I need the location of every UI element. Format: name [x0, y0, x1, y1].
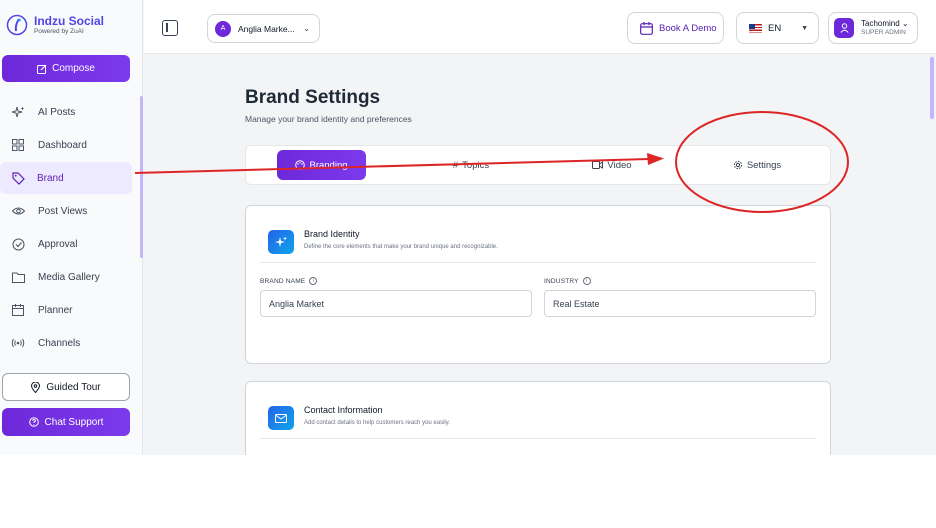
- user-menu[interactable]: Tachomind ⌄ SUPER ADMIN: [828, 12, 918, 44]
- account-name: Anglia Marke...: [238, 23, 295, 34]
- sparkles-icon: [268, 230, 294, 254]
- sidebar-item-label: Dashboard: [38, 139, 87, 151]
- sidebar-item-post-views[interactable]: Post Views: [0, 195, 132, 227]
- sidebar-item-dashboard[interactable]: Dashboard: [0, 129, 132, 161]
- app-window: Indzu Social Powered by ZuAI Compose AI …: [0, 0, 936, 455]
- user-icon: [839, 23, 849, 33]
- top-header: A Anglia Marke... ⌄ Book A Demo EN ▼ Tac…: [144, 0, 936, 54]
- map-pin-icon: [31, 381, 41, 393]
- grid-icon: [11, 138, 25, 152]
- tab-topics[interactable]: # Topics: [426, 150, 516, 180]
- chevron-down-icon: ⌄: [303, 24, 310, 33]
- card-title: Contact Information: [304, 405, 383, 415]
- book-demo-button[interactable]: Book A Demo: [627, 12, 724, 44]
- sidebar-item-label: Planner: [38, 304, 73, 316]
- tab-branding[interactable]: Branding: [277, 150, 366, 180]
- user-name: Tachomind: [861, 19, 900, 28]
- caret-down-icon: ▼: [801, 25, 808, 32]
- sidebar-item-planner[interactable]: Planner: [0, 294, 132, 326]
- card-title: Brand Identity: [304, 229, 360, 239]
- language-value: EN: [768, 22, 782, 34]
- sidebar-item-approval[interactable]: Approval: [0, 228, 132, 260]
- mail-icon: [268, 406, 294, 430]
- compose-label: Compose: [52, 63, 95, 74]
- field-label-text: BRAND NAME: [260, 277, 306, 285]
- guided-tour-label: Guided Tour: [46, 381, 101, 393]
- chevron-down-icon: ⌄: [901, 19, 909, 28]
- sidebar-item-channels[interactable]: Channels: [0, 327, 132, 359]
- compose-button[interactable]: Compose: [2, 55, 130, 82]
- field-label-text: INDUSTRY: [544, 277, 579, 285]
- industry-label: INDUSTRY i: [544, 277, 591, 285]
- info-icon[interactable]: i: [309, 277, 318, 285]
- contact-information-card: Contact Information Add contact details …: [245, 381, 831, 455]
- avatar: [834, 18, 854, 38]
- sidebar-item-label: AI Posts: [38, 106, 76, 118]
- us-flag-icon: [749, 23, 762, 33]
- palette-icon: [295, 160, 306, 170]
- sidebar: Indzu Social Powered by ZuAI Compose AI …: [0, 0, 143, 455]
- logo-icon: [6, 14, 28, 36]
- sidebar-item-brand[interactable]: Brand: [0, 162, 132, 194]
- logo[interactable]: Indzu Social Powered by ZuAI: [6, 14, 104, 36]
- sparkles-icon: [11, 105, 25, 119]
- blank-area: [0, 455, 936, 528]
- tab-video[interactable]: Video: [567, 150, 657, 180]
- folder-icon: [11, 270, 25, 284]
- help-circle-icon: [28, 417, 39, 427]
- user-role: SUPER ADMIN: [861, 29, 906, 36]
- tab-settings[interactable]: Settings: [712, 150, 802, 180]
- sidebar-item-label: Brand: [37, 172, 64, 184]
- page-title: Brand Settings: [245, 87, 381, 108]
- tab-label: Topics: [462, 159, 490, 171]
- app-name: Indzu Social: [34, 13, 105, 28]
- guided-tour-button[interactable]: Guided Tour: [2, 373, 130, 401]
- card-description: Define the core elements that make your …: [304, 244, 498, 250]
- sidebar-item-label: Channels: [38, 337, 81, 349]
- account-switcher[interactable]: A Anglia Marke... ⌄: [207, 14, 320, 43]
- calendar-icon: [11, 303, 25, 317]
- eye-icon: [11, 204, 25, 218]
- edit-icon: [37, 64, 47, 74]
- sidebar-scrollbar[interactable]: [140, 96, 143, 258]
- sidebar-item-ai-posts[interactable]: AI Posts: [0, 96, 132, 128]
- card-description: Add contact details to help customers re…: [304, 420, 450, 426]
- account-avatar: A: [215, 20, 231, 37]
- chat-support-button[interactable]: Chat Support: [2, 408, 130, 436]
- brand-identity-card: Brand Identity Define the core elements …: [245, 205, 831, 364]
- check-circle-icon: [11, 237, 25, 251]
- industry-field[interactable]: Real Estate: [544, 290, 816, 317]
- divider: [260, 438, 816, 439]
- tab-label: Settings: [746, 159, 782, 171]
- divider: [260, 262, 816, 263]
- book-demo-label: Book A Demo: [659, 22, 717, 34]
- sidebar-item-label: Approval: [38, 238, 78, 250]
- tab-label: Branding: [309, 159, 348, 171]
- tab-label: Video: [607, 159, 632, 171]
- language-select[interactable]: EN ▼: [736, 12, 819, 44]
- sidebar-item-media-gallery[interactable]: Media Gallery: [0, 261, 132, 293]
- settings-tabs: Branding # Topics Video Settings: [245, 145, 831, 185]
- page-scrollbar[interactable]: [930, 57, 934, 119]
- sidebar-item-label: Media Gallery: [38, 271, 100, 283]
- chat-support-label: Chat Support: [44, 416, 104, 428]
- app-tagline: Powered by ZuAI: [34, 27, 84, 35]
- calendar-icon: [640, 21, 653, 35]
- tag-icon: [11, 171, 25, 185]
- info-icon[interactable]: i: [582, 277, 591, 285]
- sidebar-item-label: Post Views: [38, 205, 88, 217]
- hash-icon: #: [452, 159, 459, 171]
- page-subtitle: Manage your brand identity and preferenc…: [245, 114, 412, 124]
- gear-icon: [733, 160, 742, 170]
- broadcast-icon: [11, 336, 25, 350]
- video-icon: [592, 161, 604, 169]
- brand-name-label: BRAND NAME i: [260, 277, 318, 285]
- brand-name-field[interactable]: Anglia Market: [260, 290, 532, 317]
- sidebar-toggle-button[interactable]: [162, 20, 178, 36]
